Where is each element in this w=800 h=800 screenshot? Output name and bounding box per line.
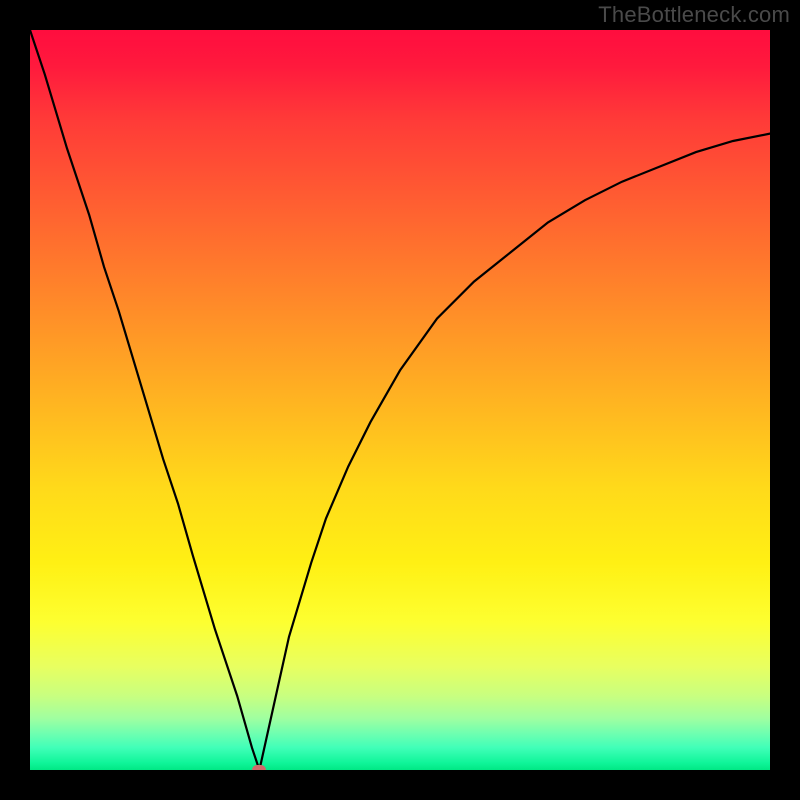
- curve-right-branch: [259, 134, 770, 770]
- curve-left-branch: [30, 30, 259, 770]
- watermark-text: TheBottleneck.com: [598, 2, 790, 28]
- optimal-point-marker: [252, 765, 266, 770]
- bottleneck-curve: [30, 30, 770, 770]
- plot-area: [30, 30, 770, 770]
- chart-frame: TheBottleneck.com: [0, 0, 800, 800]
